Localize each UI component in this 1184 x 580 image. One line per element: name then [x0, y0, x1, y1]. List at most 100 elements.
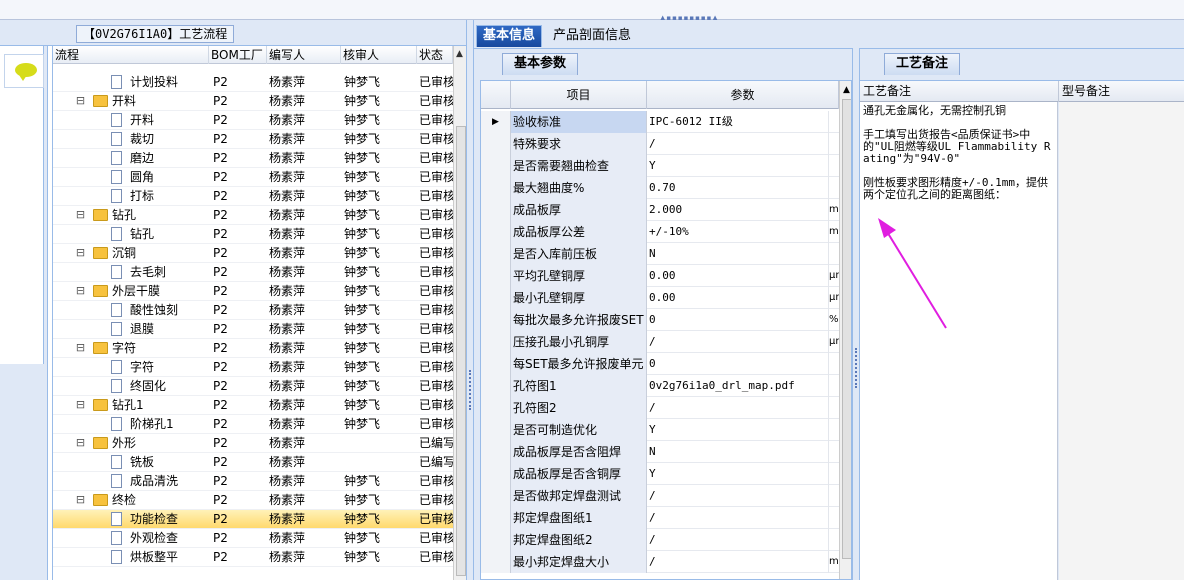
param-value[interactable]: /	[647, 507, 829, 529]
row-header[interactable]	[481, 177, 511, 199]
row-header[interactable]	[481, 133, 511, 155]
param-value[interactable]: /	[647, 397, 829, 419]
param-value[interactable]: Y	[647, 463, 829, 485]
param-value[interactable]: N	[647, 441, 829, 463]
tree-node[interactable]: 字符	[93, 339, 209, 358]
scroll-up-icon[interactable]: ▲	[843, 85, 850, 95]
tree-node[interactable]: 去毛刺	[111, 263, 209, 282]
tree-node[interactable]: 磨边	[111, 149, 209, 168]
param-value[interactable]: /	[647, 529, 829, 551]
tree-node[interactable]: 成品清洗	[111, 472, 209, 491]
col-flow[interactable]: 流程	[53, 46, 209, 64]
param-row[interactable]: 邦定焊盘图纸2/	[481, 529, 839, 551]
param-value[interactable]: N	[647, 243, 829, 265]
row-header[interactable]	[481, 331, 511, 353]
param-row[interactable]: 成品板厚公差+/-10%mm	[481, 221, 839, 243]
model-note-cell[interactable]	[1059, 102, 1184, 580]
param-row[interactable]: 最大翘曲度% 0.70	[481, 177, 839, 199]
col-model-note[interactable]: 型号备注	[1059, 81, 1184, 102]
col-param[interactable]: 参数	[647, 81, 839, 109]
process-note-cell[interactable]: 通孔无金属化，无需控制孔铜 手工填写出货报告<品质保证书>中的"UL阻燃等级UL…	[860, 102, 1058, 580]
tree-step-row[interactable]: 功能检查 P2 杨素萍 钟梦飞 已审核	[53, 510, 453, 529]
tree-step-row[interactable]: 退膜 P2 杨素萍 钟梦飞 已审核	[53, 320, 453, 339]
row-header[interactable]	[481, 397, 511, 419]
row-header[interactable]	[481, 551, 511, 573]
param-row[interactable]: 每批次最多允许报废SET 0%	[481, 309, 839, 331]
tree-step-row[interactable]: 烘板整平 P2 杨素萍 钟梦飞 已审核	[53, 548, 453, 567]
col-status[interactable]: 状态	[417, 46, 453, 64]
param-value[interactable]: /	[647, 485, 829, 507]
tab-basic-params[interactable]: 基本参数	[502, 53, 578, 75]
param-value[interactable]: 0.00	[647, 287, 829, 309]
param-row[interactable]: 成品板厚是否含铜厚 Y	[481, 463, 839, 485]
row-header[interactable]	[481, 265, 511, 287]
row-header[interactable]	[481, 419, 511, 441]
tree-scrollbar[interactable]: ▲	[453, 46, 466, 580]
tree-scroll-thumb[interactable]	[456, 126, 466, 576]
param-row[interactable]: 每SET最多允许报废单元 0	[481, 353, 839, 375]
param-row[interactable]: 成品板厚2.000mm	[481, 199, 839, 221]
tree-group-row[interactable]: 外形 ⊟ P2 杨素萍 已编写	[53, 434, 453, 453]
param-row[interactable]: 孔符图2/	[481, 397, 839, 419]
tree-node[interactable]: 开料	[111, 111, 209, 130]
collapse-toggle-icon[interactable]: ⊟	[75, 209, 86, 220]
param-row[interactable]: 平均孔壁铜厚0.00μm	[481, 265, 839, 287]
tree-node[interactable]: 裁切	[111, 130, 209, 149]
tree-node[interactable]: 烘板整平	[111, 548, 209, 567]
tree-node[interactable]: 阶梯孔1	[111, 415, 209, 434]
tree-step-row[interactable]: 阶梯孔1 P2 杨素萍 钟梦飞 已审核	[53, 415, 453, 434]
tree-node[interactable]: 计划投料	[111, 73, 209, 92]
param-row[interactable]: 是否可制造优化 Y	[481, 419, 839, 441]
row-header[interactable]	[481, 441, 511, 463]
param-row[interactable]: 最小孔壁铜厚0.00μm	[481, 287, 839, 309]
left-splitter[interactable]	[466, 20, 474, 580]
tree-node[interactable]: 酸性蚀刻	[111, 301, 209, 320]
params-scrollbar[interactable]: ▲	[839, 81, 851, 579]
param-value[interactable]: 0v2g76i1a0_drl_map.pdf	[647, 375, 829, 397]
tree-node[interactable]: 钻孔	[111, 225, 209, 244]
select-all-corner[interactable]	[481, 81, 511, 109]
row-header[interactable]	[481, 155, 511, 177]
tree-node[interactable]: 钻孔1	[93, 396, 209, 415]
param-value[interactable]: 0	[647, 309, 829, 331]
tree-step-row[interactable]: 去毛刺 P2 杨素萍 钟梦飞 已审核	[53, 263, 453, 282]
tree-node[interactable]: 终固化	[111, 377, 209, 396]
tree-group-row[interactable]: 钻孔 ⊟ P2 杨素萍 钟梦飞 已审核	[53, 206, 453, 225]
tree-step-row[interactable]: 打标 P2 杨素萍 钟梦飞 已审核	[53, 187, 453, 206]
collapse-toggle-icon[interactable]: ⊟	[75, 247, 86, 258]
param-row[interactable]: 邦定焊盘图纸1/	[481, 507, 839, 529]
param-value[interactable]: /	[647, 133, 829, 155]
scroll-up-icon[interactable]: ▲	[456, 49, 463, 59]
param-value[interactable]: Y	[647, 155, 829, 177]
tree-node[interactable]: 功能检查	[111, 510, 209, 529]
tree-node[interactable]: 外观检查	[111, 529, 209, 548]
param-value[interactable]: /	[647, 551, 829, 573]
row-header[interactable]	[481, 309, 511, 331]
tree-group-row[interactable]: 外层干膜 ⊟ P2 杨素萍 钟梦飞 已审核	[53, 282, 453, 301]
row-header[interactable]	[481, 353, 511, 375]
tree-step-row[interactable]: 成品清洗 P2 杨素萍 钟梦飞 已审核	[53, 472, 453, 491]
tree-step-row[interactable]: 圆角 P2 杨素萍 钟梦飞 已审核	[53, 168, 453, 187]
row-header[interactable]	[481, 529, 511, 551]
tab-process-notes[interactable]: 工艺备注	[884, 53, 960, 75]
param-row[interactable]: 是否入库前压板 N	[481, 243, 839, 265]
col-reviewer[interactable]: 核审人	[341, 46, 417, 64]
tab-basic-info[interactable]: 基本信息	[476, 25, 543, 47]
tab-product-profile[interactable]: 产品剖面信息	[546, 25, 638, 47]
col-item[interactable]: 项目	[511, 81, 647, 109]
collapse-toggle-icon[interactable]: ⊟	[75, 399, 86, 410]
tree-step-row[interactable]: 酸性蚀刻 P2 杨素萍 钟梦飞 已审核	[53, 301, 453, 320]
param-value[interactable]: 0.70	[647, 177, 829, 199]
param-value[interactable]: 0	[647, 353, 829, 375]
tree-group-row[interactable]: 终检 ⊟ P2 杨素萍 钟梦飞 已审核	[53, 491, 453, 510]
params-scroll-thumb[interactable]	[842, 99, 851, 559]
param-row[interactable]: 特殊要求 /	[481, 133, 839, 155]
col-writer[interactable]: 编写人	[267, 46, 341, 64]
tree-node[interactable]: 钻孔	[93, 206, 209, 225]
tree-group-row[interactable]: 字符 ⊟ P2 杨素萍 钟梦飞 已审核	[53, 339, 453, 358]
tree-group-row[interactable]: 钻孔1 ⊟ P2 杨素萍 钟梦飞 已审核	[53, 396, 453, 415]
row-header[interactable]	[481, 463, 511, 485]
tree-step-row[interactable]: 磨边 P2 杨素萍 钟梦飞 已审核	[53, 149, 453, 168]
param-row[interactable]: 是否做邦定焊盘测试 /	[481, 485, 839, 507]
row-header[interactable]	[481, 287, 511, 309]
